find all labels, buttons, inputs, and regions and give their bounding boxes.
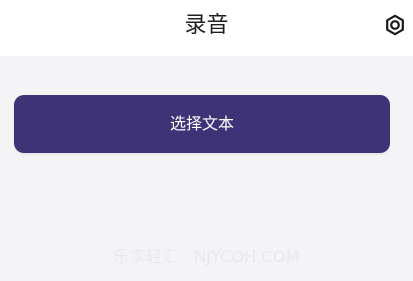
settings-button[interactable]: [380, 12, 410, 42]
top-bar: 录音: [0, 0, 413, 56]
settings-icon: [384, 14, 406, 40]
select-text-button[interactable]: 选择文本: [14, 95, 390, 153]
watermark-text: 乐享轻汇 · NJYCOH.COM: [113, 247, 300, 266]
page-title: 录音: [184, 13, 229, 38]
main-content: 选择文本 乐享轻汇 · NJYCOH.COM: [0, 56, 413, 281]
